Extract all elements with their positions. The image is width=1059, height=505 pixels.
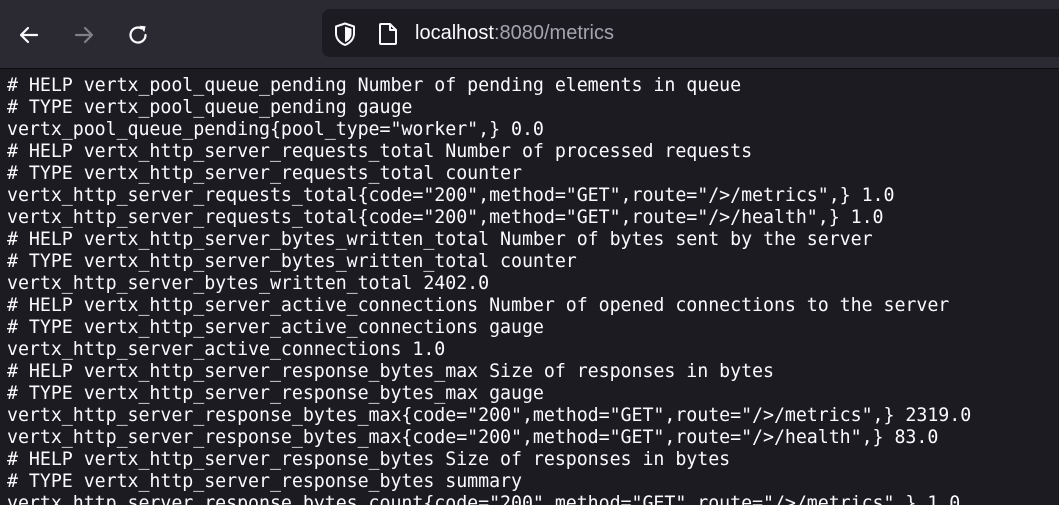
metrics-line: # TYPE vertx_http_server_requests_total … <box>7 163 522 184</box>
metrics-line: # TYPE vertx_http_server_active_connecti… <box>7 317 544 338</box>
back-arrow-icon <box>19 26 39 44</box>
metrics-line: # HELP vertx_pool_queue_pending Number o… <box>7 75 742 96</box>
url-port-path: :8080/metrics <box>493 22 614 44</box>
metrics-line: # TYPE vertx_http_server_response_bytes_… <box>7 383 544 404</box>
metrics-line: vertx_http_server_requests_total{code="2… <box>7 185 895 206</box>
metrics-line: vertx_http_server_response_bytes_count{c… <box>7 493 961 505</box>
metrics-line: vertx_http_server_requests_total{code="2… <box>7 207 884 228</box>
metrics-line: # TYPE vertx_http_server_bytes_written_t… <box>7 251 577 272</box>
url-host: localhost <box>415 22 494 44</box>
reload-button[interactable] <box>121 18 155 52</box>
metrics-line: # HELP vertx_http_server_response_bytes … <box>7 449 731 470</box>
forward-arrow-icon <box>74 26 94 44</box>
metrics-line: # HELP vertx_http_server_active_connecti… <box>7 295 950 316</box>
metrics-line: vertx_http_server_response_bytes_max{cod… <box>7 405 972 426</box>
metrics-line: # HELP vertx_http_server_bytes_written_t… <box>7 229 873 250</box>
metrics-line: # TYPE vertx_pool_queue_pending gauge <box>7 97 413 118</box>
metrics-line: # HELP vertx_http_server_requests_total … <box>7 141 753 162</box>
metrics-line: vertx_pool_queue_pending{pool_type="work… <box>7 119 544 140</box>
metrics-line: vertx_http_server_response_bytes_max{cod… <box>7 427 939 448</box>
url-text[interactable]: localhost:8080/metrics <box>415 21 614 45</box>
back-button[interactable] <box>12 18 46 52</box>
metrics-line: # TYPE vertx_http_server_response_bytes … <box>7 471 522 492</box>
url-bar[interactable]: localhost:8080/metrics <box>322 9 1059 57</box>
browser-toolbar: localhost:8080/metrics <box>0 0 1059 69</box>
reload-icon <box>129 25 147 44</box>
metrics-line: vertx_http_server_bytes_written_total 24… <box>7 273 490 294</box>
page-document-icon[interactable] <box>377 22 399 46</box>
tracking-protection-shield-icon[interactable] <box>332 21 358 47</box>
metrics-page-content: # HELP vertx_pool_queue_pending Number o… <box>0 70 1059 505</box>
forward-button[interactable] <box>67 18 101 52</box>
metrics-line: vertx_http_server_active_connections 1.0 <box>7 339 446 360</box>
metrics-line: # HELP vertx_http_server_response_bytes_… <box>7 361 774 382</box>
